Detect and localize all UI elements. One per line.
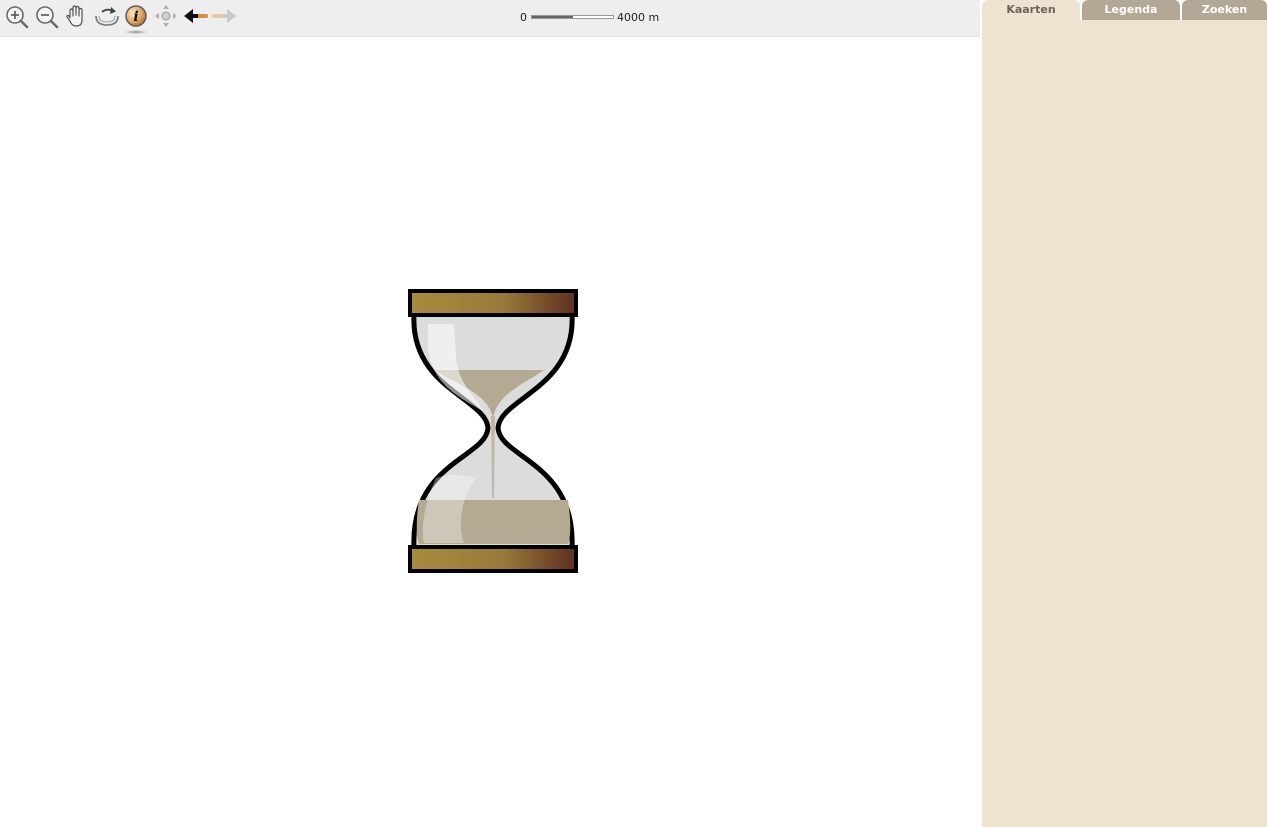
next-extent-button[interactable] (210, 3, 238, 31)
scale-bar-graphic (531, 15, 614, 19)
full-extent-button[interactable] (153, 3, 179, 31)
zoom-in-icon (6, 6, 29, 29)
identify-info-button[interactable]: i (123, 3, 149, 31)
zoom-out-icon (36, 6, 59, 29)
refresh-map-icon (95, 7, 119, 26)
active-tool-indicator (124, 30, 148, 34)
hourglass-icon (408, 289, 578, 573)
map-view[interactable]: i 0 4000 m (0, 0, 980, 827)
panel-content (982, 20, 1267, 827)
scale-bar-segment (532, 16, 573, 18)
previous-extent-button[interactable] (182, 3, 210, 31)
refresh-map-button[interactable] (93, 3, 119, 31)
zoom-in-button[interactable] (4, 3, 30, 31)
forward-arrow-icon (212, 9, 236, 23)
pan-hand-icon (66, 5, 83, 27)
side-panel: Kaarten Legenda Zoeken (980, 0, 1267, 827)
tab-kaarten[interactable]: Kaarten (982, 0, 1080, 20)
tab-zoeken[interactable]: Zoeken (1182, 0, 1267, 20)
svg-text:i: i (133, 9, 138, 25)
tab-legenda[interactable]: Legenda (1082, 0, 1180, 20)
scale-end-label: 4000 m (617, 11, 660, 24)
full-extent-icon (155, 5, 177, 27)
info-icon: i (125, 5, 147, 27)
map-toolbar: i 0 4000 m (0, 0, 980, 37)
back-arrow-icon (184, 9, 208, 23)
pan-button[interactable] (63, 3, 89, 31)
zoom-out-button[interactable] (34, 3, 60, 31)
scale-start-label: 0 (520, 11, 527, 24)
